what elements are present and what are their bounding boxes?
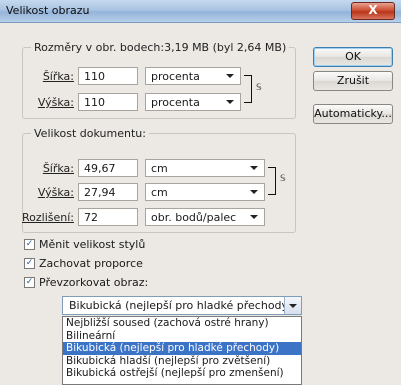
pixel-width-label: Šířka: [42,70,74,83]
resample-method-list: Nejbližší soused (zachová ostré hrany) B… [62,316,302,385]
resample-option-highlighted[interactable]: Bikubická (nejlepší pro hladké přechody) [63,342,301,355]
chevron-down-icon [226,100,234,104]
chain-link-icon: 𝕊 [280,174,286,184]
constrain-proportions-checkbox[interactable]: ✓ Zachovat proporce [24,257,143,270]
close-button[interactable]: X [351,2,395,20]
pixel-width-input[interactable]: 110 [78,67,138,85]
doc-width-unit-select[interactable]: cm [145,159,265,177]
resample-method-select[interactable]: Bikubická (nejlepší pro hladké přechody) [62,296,302,315]
ok-button[interactable]: OK [313,47,393,67]
image-size-dialog: Velikost obrazu X Rozměry v obr. bodech:… [0,0,401,385]
resolution-unit-select[interactable]: obr. bodů/palec [145,208,265,226]
chain-link-icon: 𝕊 [256,83,262,93]
link-bracket [244,75,252,103]
checkmark-icon: ✓ [24,258,35,269]
doc-width-input[interactable]: 49,67 [78,159,138,177]
doc-height-input[interactable]: 27,94 [78,183,138,201]
doc-width-label: Šířka: [42,162,74,175]
resample-option[interactable]: Bilineární [63,330,301,343]
chevron-down-icon [250,190,258,194]
constrain-proportions-label: Zachovat proporce [39,257,143,270]
pixel-width-unit-value: procenta [151,70,200,83]
checkmark-icon: ✓ [24,277,35,288]
resolution-label: Rozlišení: [22,211,74,224]
document-size-legend: Velikost dokumentu: [31,127,149,140]
resample-option[interactable]: Bikubická hladší (nejlepší pro zvětšení) [63,355,301,368]
resolution-input[interactable]: 72 [78,208,138,226]
chevron-down-icon[interactable] [284,297,301,314]
checkmark-icon: ✓ [24,239,35,250]
chevron-down-icon [250,215,258,219]
cancel-button[interactable]: Zrušit [313,71,393,91]
resolution-unit-value: obr. bodů/palec [151,211,237,224]
pixel-dimensions-legend: Rozměry v obr. bodech:3,19 MB (byl 2,64 … [31,41,290,54]
scale-styles-label: Měnit velikost stylů [39,238,146,251]
pixel-height-unit-select[interactable]: procenta [145,93,241,111]
pixel-height-label: Výška: [37,96,74,109]
resample-method-value: Bikubická (nejlepší pro hladké přechody) [69,299,293,312]
resample-option[interactable]: Bikubická ostřejší (nejlepší pro zmenšen… [63,367,301,380]
chevron-down-icon [226,74,234,78]
title-bar: Velikost obrazu X [0,0,401,23]
doc-height-unit-value: cm [151,186,168,199]
doc-width-unit-value: cm [151,162,168,175]
resample-option[interactable]: Nejbližší soused (zachová ostré hrany) [63,317,301,330]
pixel-width-unit-select[interactable]: procenta [145,67,241,85]
resample-checkbox[interactable]: ✓ Převzorkovat obraz: [24,276,148,289]
chevron-down-icon [250,166,258,170]
pixel-height-unit-value: procenta [151,96,200,109]
auto-button[interactable]: Automaticky... [313,104,393,124]
window-title: Velikost obrazu [6,4,90,17]
doc-height-unit-select[interactable]: cm [145,183,265,201]
link-bracket [268,167,276,195]
pixel-height-input[interactable]: 110 [78,93,138,111]
doc-height-label: Výška: [37,186,74,199]
scale-styles-checkbox[interactable]: ✓ Měnit velikost stylů [24,238,145,251]
resample-label: Převzorkovat obraz: [39,276,149,289]
